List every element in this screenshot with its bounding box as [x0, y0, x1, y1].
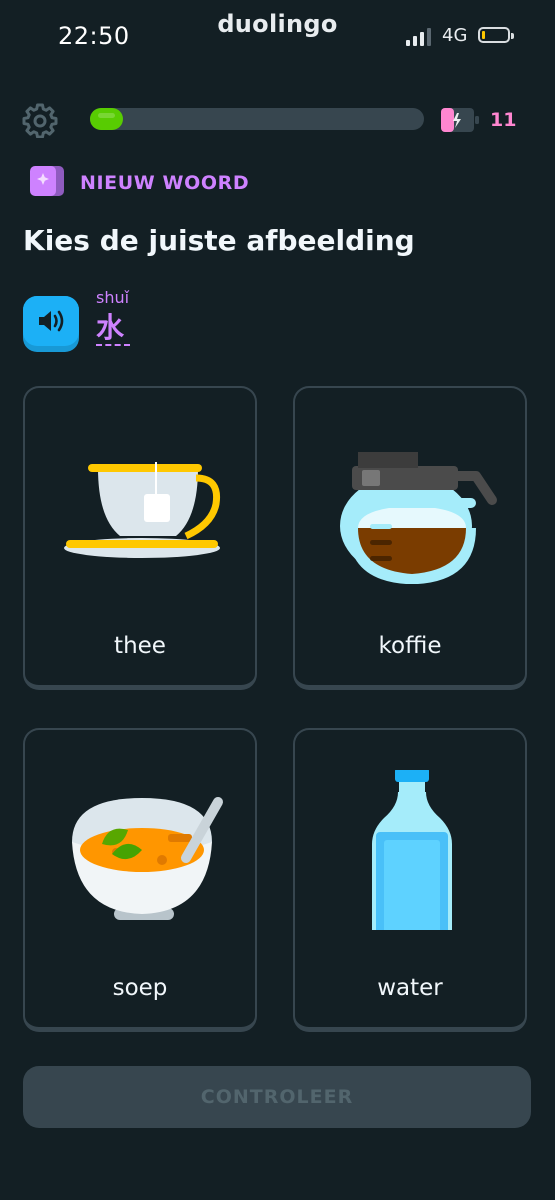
- option-label: water: [377, 975, 443, 1001]
- option-card-thee[interactable]: thee: [23, 386, 257, 690]
- play-audio-button[interactable]: [23, 296, 79, 352]
- lesson-progress-fill: [90, 108, 124, 130]
- word-pinyin: shuǐ: [96, 288, 130, 307]
- check-button[interactable]: CONTROLEER: [23, 1066, 531, 1128]
- app-name: duolingo: [217, 10, 338, 38]
- energy-battery-icon[interactable]: [440, 107, 480, 133]
- tea-cup-icon: [64, 462, 221, 558]
- new-word-card-icon: [30, 166, 64, 196]
- word-hanzi[interactable]: 水: [96, 306, 124, 346]
- lesson-progress-bar: [90, 108, 424, 130]
- option-label: koffie: [378, 633, 442, 659]
- soup-bowl-icon: [72, 797, 223, 920]
- exercise-prompt: Kies de juiste afbeelding: [23, 224, 415, 257]
- option-label: thee: [114, 633, 166, 659]
- speaker-icon: [39, 310, 64, 332]
- option-card-koffie[interactable]: koffie: [293, 386, 527, 690]
- gear-icon[interactable]: [22, 102, 58, 138]
- coffee-pot-icon: [340, 452, 497, 584]
- network-type: 4G: [442, 25, 468, 46]
- energy-count: 11: [490, 109, 517, 131]
- option-card-water[interactable]: water: [293, 728, 527, 1032]
- option-label: soep: [112, 975, 168, 1001]
- new-word-badge: NIEUW WOORD: [80, 172, 250, 194]
- word-hint-underline: [96, 344, 130, 346]
- status-bar: 22:50 duolingo 4G: [0, 0, 555, 72]
- option-card-soep[interactable]: soep: [23, 728, 257, 1032]
- signal-icon: [406, 28, 431, 46]
- water-bottle-icon: [372, 770, 452, 930]
- battery-icon: [478, 27, 514, 43]
